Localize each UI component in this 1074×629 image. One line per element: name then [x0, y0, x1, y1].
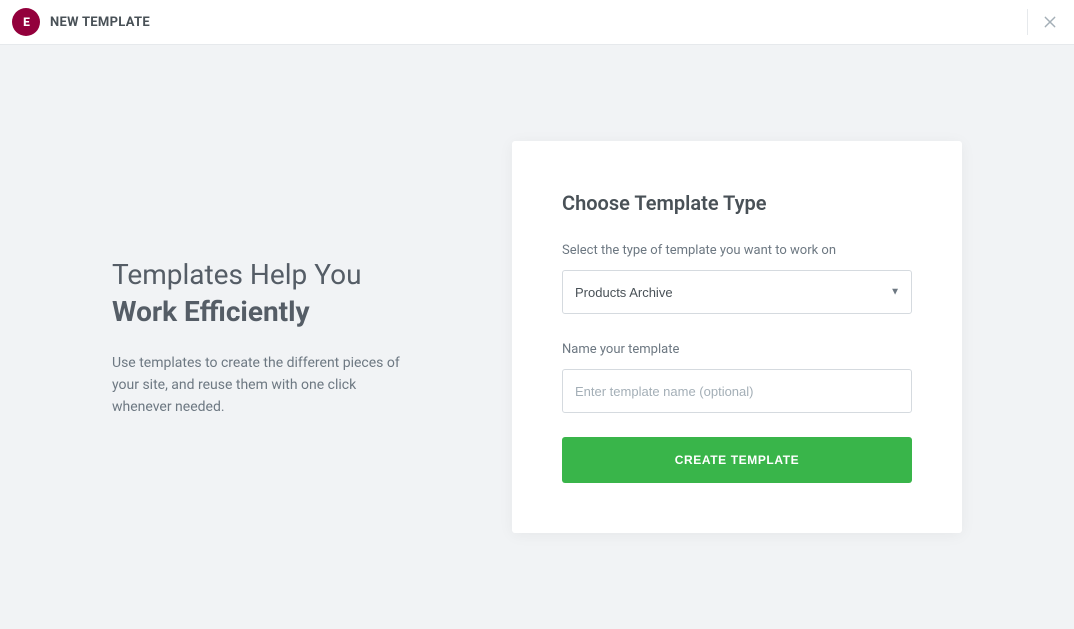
intro-column: Templates Help You Work Efficiently Use …: [112, 256, 412, 419]
create-template-button[interactable]: Create Template: [562, 437, 912, 483]
modal-header: E New Template: [0, 0, 1074, 45]
template-name-input[interactable]: [562, 369, 912, 413]
content-row: Templates Help You Work Efficiently Use …: [112, 141, 962, 533]
name-field-label: Name your template: [562, 342, 912, 357]
form-heading: Choose Template Type: [562, 191, 912, 215]
intro-heading-line2: Work Efficiently: [112, 293, 412, 331]
modal-title: New Template: [50, 15, 150, 30]
modal-body: Templates Help You Work Efficiently Use …: [0, 45, 1074, 629]
type-select-wrap: Products Archive ▼: [562, 270, 912, 314]
template-type-select[interactable]: Products Archive: [562, 270, 912, 314]
close-button[interactable]: [1038, 10, 1062, 34]
elementor-logo-text: E: [23, 15, 29, 29]
intro-heading: Templates Help You Work Efficiently: [112, 256, 412, 332]
intro-paragraph: Use templates to create the different pi…: [112, 353, 412, 418]
intro-heading-line1: Templates Help You: [112, 258, 362, 291]
form-card: Choose Template Type Select the type of …: [512, 141, 962, 533]
type-field-label: Select the type of template you want to …: [562, 243, 912, 258]
close-icon: [1043, 15, 1057, 29]
elementor-logo: E: [12, 8, 40, 36]
header-divider: [1027, 9, 1028, 35]
